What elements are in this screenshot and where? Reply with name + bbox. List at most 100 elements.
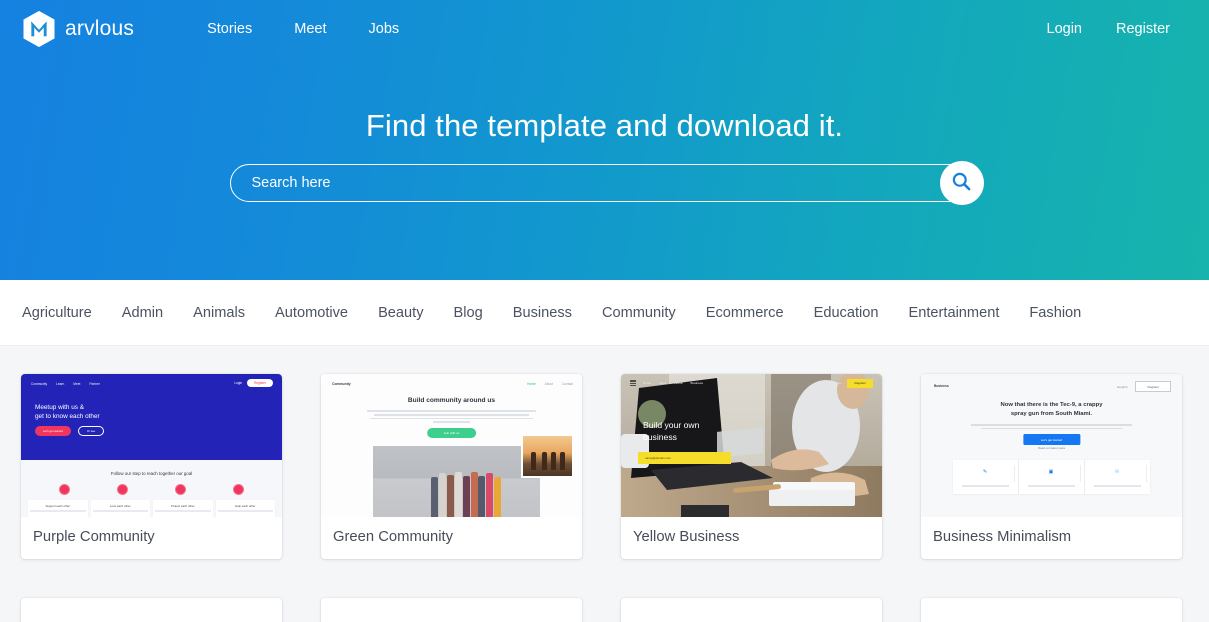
- category-blog[interactable]: Blog: [439, 305, 498, 321]
- preview-headline: Now that there is the Tec-9, a crappy sp…: [955, 401, 1148, 418]
- nav-item-meet[interactable]: Meet: [273, 15, 347, 43]
- preview-login: Login: [234, 381, 243, 386]
- preview-nav-item: Learn: [56, 382, 65, 386]
- category-admin[interactable]: Admin: [107, 305, 178, 321]
- category-automotive[interactable]: Automotive: [260, 305, 363, 321]
- preview-photo: [373, 446, 540, 517]
- brand-name: arvlous: [65, 17, 135, 40]
- search-icon: [951, 171, 972, 195]
- template-card-purple-community[interactable]: Community Learn Meet Partner Login Regis…: [21, 374, 282, 559]
- search-input[interactable]: [229, 164, 980, 203]
- template-card[interactable]: [621, 598, 882, 622]
- preview-account-nav: English Register: [1117, 381, 1171, 393]
- text-placeholder-bar: [432, 421, 471, 424]
- preview-dark-block: [681, 505, 729, 517]
- cube-m-logo-icon: [22, 10, 56, 48]
- preview-inset-photo: [523, 436, 572, 476]
- preview-nav-item: Home: [643, 381, 652, 386]
- preview-nav-item: Business: [934, 384, 949, 388]
- preview-feature: ▣: [1019, 460, 1085, 494]
- device-icon: ▣: [1022, 465, 1081, 482]
- nav-item-jobs[interactable]: Jobs: [348, 15, 421, 43]
- preview-primary-button: Join with us: [426, 428, 477, 438]
- template-card[interactable]: [321, 598, 582, 622]
- template-thumbnail: Home Work About Business Login Register …: [621, 374, 882, 517]
- preview-feature: Help each other: [215, 500, 275, 517]
- preview-email-input: name@domain.com: [638, 452, 731, 464]
- preview-feature: Support each other: [28, 500, 88, 517]
- mini-site-preview: Business English Register Now that there…: [921, 374, 1182, 517]
- register-link[interactable]: Register: [1099, 15, 1187, 43]
- preview-register: Register: [247, 379, 273, 388]
- preview-language-select: English: [1117, 384, 1128, 389]
- category-beauty[interactable]: Beauty: [363, 305, 438, 321]
- preview-nav-item: Work: [659, 381, 667, 386]
- preview-feature: ☉: [1085, 460, 1150, 494]
- mini-site-preview: Community Home About Contact Build commu…: [321, 374, 582, 517]
- brand-logo[interactable]: arvlous: [22, 10, 134, 48]
- preview-feature: Protect each other: [153, 500, 213, 517]
- preview-headline: Meetup with us & get to know each other: [35, 403, 100, 421]
- preview-feature: ✎: [953, 460, 1019, 494]
- preview-login: Login: [833, 381, 842, 386]
- category-education[interactable]: Education: [799, 305, 894, 321]
- category-community[interactable]: Community: [587, 305, 691, 321]
- preview-paragraph: [367, 408, 536, 425]
- category-agriculture[interactable]: Agriculture: [20, 305, 107, 321]
- preview-headline: Build community around us: [407, 397, 496, 404]
- preview-register: Register: [1135, 381, 1171, 393]
- category-animals[interactable]: Animals: [178, 305, 260, 321]
- text-placeholder-bar: [367, 410, 536, 412]
- main-nav: Stories Meet Jobs: [186, 15, 420, 43]
- category-entertainment[interactable]: Entertainment: [894, 305, 1015, 321]
- preview-input-placeholder: name@domain.com: [645, 456, 671, 460]
- template-card-green-community[interactable]: Community Home About Contact Build commu…: [321, 374, 582, 559]
- text-placeholder-bar: [962, 485, 1009, 487]
- community-icon: ☉: [1088, 465, 1147, 482]
- preview-buttons: Let's get started Or see: [35, 426, 105, 437]
- search-button[interactable]: [939, 161, 984, 206]
- preview-nav-item: Contact: [562, 382, 573, 386]
- preview-feature-label: Protect each other: [170, 503, 195, 508]
- mini-site-preview: Community Learn Meet Partner Login Regis…: [21, 374, 282, 517]
- template-card-yellow-business[interactable]: Home Work About Business Login Register …: [621, 374, 882, 559]
- text-placeholder-bar: [373, 413, 530, 416]
- preview-link: Read our latest news: [1037, 446, 1066, 450]
- text-placeholder-bar: [92, 510, 148, 512]
- category-ecommerce[interactable]: Ecommerce: [691, 305, 799, 321]
- template-card-business-minimalism[interactable]: Business English Register Now that there…: [921, 374, 1182, 559]
- step-dot-icon: [58, 484, 70, 495]
- preview-register: Register: [847, 379, 873, 388]
- preview-headline-line2: get to know each other: [35, 413, 100, 421]
- preview-step-dots: [21, 484, 282, 495]
- nav-item-stories[interactable]: Stories: [186, 15, 273, 43]
- preview-section-title: Follow our step to reach together our go…: [110, 471, 193, 476]
- category-business[interactable]: Business: [498, 305, 587, 321]
- preview-feature-label: Love each other: [109, 503, 131, 508]
- preview-nav-item: Partner: [89, 382, 100, 386]
- preview-nav-item: Community: [31, 382, 48, 386]
- preview-nav-item: Community: [332, 382, 351, 386]
- category-fashion[interactable]: Fashion: [1014, 305, 1096, 321]
- search-bar: [229, 161, 984, 206]
- mini-site-preview: Home Work About Business Login Register …: [621, 374, 882, 517]
- template-grid-area: Community Learn Meet Partner Login Regis…: [0, 346, 1209, 622]
- preview-nav-item: Meet: [73, 382, 81, 386]
- text-placeholder-bar: [980, 427, 1123, 429]
- template-card[interactable]: [21, 598, 282, 622]
- hero-content: Find the template and download it.: [0, 108, 1209, 206]
- preview-photo: [621, 374, 882, 517]
- template-thumbnail: Community Learn Meet Partner Login Regis…: [21, 374, 282, 517]
- step-dot-icon: [116, 484, 128, 495]
- template-grid: Community Learn Meet Partner Login Regis…: [21, 374, 1188, 559]
- preview-primary-button: Let's get started: [35, 426, 71, 437]
- card-title: Yellow Business: [633, 529, 740, 545]
- card-title: Purple Community: [33, 529, 155, 545]
- preview-nav: Home About Contact: [527, 382, 573, 386]
- preview-primary-button: Let's get started: [1022, 434, 1081, 446]
- preview-feature-label: Support each other: [45, 503, 71, 508]
- login-link[interactable]: Login: [1030, 15, 1099, 43]
- template-card[interactable]: [921, 598, 1182, 622]
- hero-section: arvlous Stories Meet Jobs Login Register…: [0, 0, 1209, 280]
- card-title: Business Minimalism: [933, 529, 1072, 545]
